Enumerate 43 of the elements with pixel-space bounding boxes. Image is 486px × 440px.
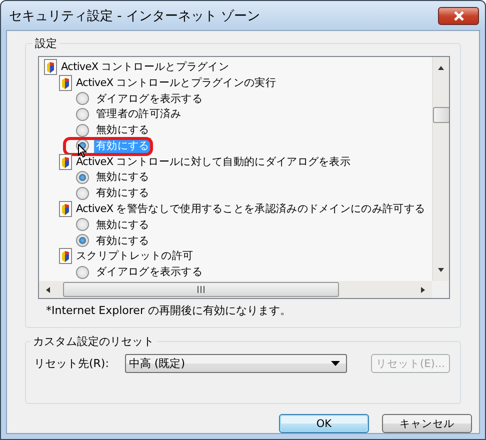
caret-icon xyxy=(330,361,340,366)
option-label[interactable]: 管理者の許可済み xyxy=(94,106,184,122)
option-label[interactable]: 無効にする xyxy=(94,169,152,186)
option-label[interactable]: 有効にする xyxy=(94,232,152,249)
option-label[interactable]: ダイアログを表示する xyxy=(94,90,205,106)
page-icon xyxy=(59,248,72,264)
setting-label: ActiveX コントロールに対して自動的にダイアログを表示 xyxy=(76,154,351,169)
group-title: カスタム設定のリセット xyxy=(30,334,157,349)
option-label[interactable]: ダイアログを表示する xyxy=(94,264,205,280)
page-icon xyxy=(44,58,57,75)
page-icon xyxy=(59,74,72,91)
scroll-thumb[interactable] xyxy=(432,107,449,123)
radio-button[interactable] xyxy=(76,234,89,248)
setting-label: ActiveX コントロールとプラグインの実行 xyxy=(76,76,276,90)
level-dropdown[interactable]: 中高 (既定) xyxy=(124,354,347,373)
cancel-button[interactable]: キャンセル xyxy=(382,414,472,433)
restart-note: *Internet Explorer の再開後に有効になります。 xyxy=(46,303,292,319)
radio-button[interactable] xyxy=(76,108,89,121)
page-icon xyxy=(59,154,72,170)
radio-button[interactable] xyxy=(76,92,89,105)
vertical-scrollbar[interactable] xyxy=(432,57,449,281)
reset-label: リセット先(R): xyxy=(34,356,109,371)
radio-button[interactable] xyxy=(76,218,89,232)
setting-label: ActiveX を警告なしで使用することを承認済みのドメインにのみ許可する xyxy=(76,202,426,216)
horizontal-scrollbar[interactable] xyxy=(39,281,432,298)
radio-button[interactable] xyxy=(76,186,89,200)
window-title: セキュリティ設定 - インターネット ゾーン xyxy=(9,8,260,24)
scroll-thumb[interactable] xyxy=(63,282,339,297)
option-label[interactable]: 無効にする xyxy=(94,216,152,233)
radio-button[interactable] xyxy=(76,266,89,279)
grip-icon xyxy=(196,286,206,293)
group-title: 設定 xyxy=(32,36,60,51)
setting-label: スクリプトレットの許可 xyxy=(76,249,194,264)
option-label[interactable]: 無効にする xyxy=(94,122,152,138)
close-button[interactable] xyxy=(438,6,479,24)
option-label[interactable]: 有効にする xyxy=(94,185,152,202)
radio-button[interactable] xyxy=(76,170,89,184)
category-label: ActiveX コントロールとプラグイン xyxy=(61,60,230,74)
close-icon xyxy=(452,10,464,20)
cursor-icon xyxy=(78,144,87,158)
ok-button[interactable]: OK xyxy=(279,414,369,433)
radio-button[interactable] xyxy=(76,124,89,137)
page-icon xyxy=(59,201,72,218)
